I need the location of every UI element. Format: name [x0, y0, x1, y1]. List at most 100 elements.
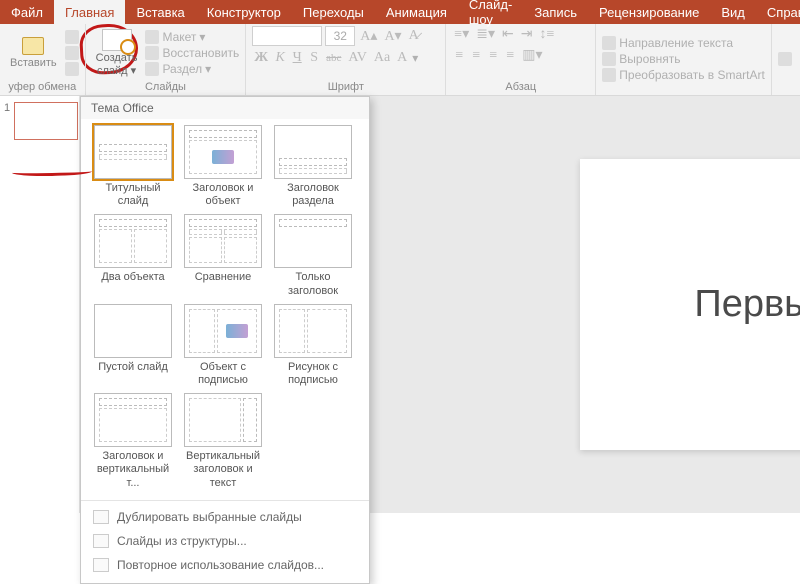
new-slide-label2: слайд: [97, 65, 128, 77]
indent-left-icon[interactable]: ⇤: [500, 26, 516, 43]
smartart-button[interactable]: Преобразовать в SmartArt: [602, 68, 765, 82]
text-direction-button[interactable]: Направление текста: [602, 36, 765, 50]
clipboard-icon: [22, 37, 44, 55]
tab-transitions[interactable]: Переходы: [292, 0, 375, 24]
tab-review[interactable]: Рецензирование: [588, 0, 710, 24]
align-left-icon[interactable]: ≡: [452, 48, 466, 64]
new-slide-icon: [102, 29, 132, 51]
slide-title-text[interactable]: Первый сла: [694, 283, 800, 326]
layout-title-content[interactable]: Заголовок и объект: [179, 125, 267, 208]
line-spacing-icon[interactable]: ↕≡: [537, 27, 556, 43]
layout-blank[interactable]: Пустой слайд: [89, 304, 177, 387]
layout-grid: Титульный слайд Заголовок и объект Загол…: [81, 119, 369, 496]
underline-button[interactable]: Ч: [290, 50, 304, 66]
slides-from-outline-menu[interactable]: Слайды из структуры...: [81, 529, 369, 553]
case-button[interactable]: Aa: [372, 50, 392, 66]
reuse-icon: [93, 558, 109, 572]
group-label-font: Шрифт: [252, 79, 439, 95]
paste-button[interactable]: Вставить: [6, 35, 61, 71]
layout-picture-caption[interactable]: Рисунок с подписью: [269, 304, 357, 387]
font-size-combo[interactable]: 32: [325, 26, 355, 46]
layout-label: Титульный слайд: [89, 182, 177, 208]
layout-label: Заголовок раздела: [269, 182, 357, 208]
shadow-button[interactable]: S: [307, 50, 321, 66]
decrease-font-icon[interactable]: A▾: [382, 28, 403, 45]
layout-label: Два объекта: [101, 271, 164, 297]
layout-label: Рисунок с подписью: [269, 361, 357, 387]
layout-label: Пустой слайд: [98, 361, 168, 387]
duplicate-icon: [93, 510, 109, 524]
align-text-icon: [602, 52, 616, 66]
strike-button[interactable]: abc: [324, 52, 343, 64]
new-slide-gallery: Тема Office Титульный слайд Заголовок и …: [80, 96, 370, 584]
layout-two-content[interactable]: Два объекта: [89, 214, 177, 297]
tab-insert[interactable]: Вставка: [125, 0, 195, 24]
layout-icon: [145, 30, 159, 44]
numbering-icon[interactable]: ≣▾: [474, 26, 497, 43]
indent-right-icon[interactable]: ⇥: [519, 26, 535, 43]
spacing-button[interactable]: AV: [346, 50, 368, 66]
section-button[interactable]: Раздел ▾: [145, 62, 239, 76]
duplicate-slides-menu[interactable]: Дублировать выбранные слайды: [81, 505, 369, 529]
tab-slideshow[interactable]: Слайд-шоу: [458, 0, 523, 24]
tab-record[interactable]: Запись: [523, 0, 588, 24]
reuse-slides-menu[interactable]: Повторное использование слайдов...: [81, 553, 369, 577]
align-text-button[interactable]: Выровнять: [602, 52, 765, 66]
slide-canvas[interactable]: Первый сла: [580, 159, 800, 451]
italic-button[interactable]: К: [273, 50, 287, 66]
layout-title-vertical-text[interactable]: Заголовок и вертикальный т...: [89, 393, 177, 490]
tab-file[interactable]: Файл: [0, 0, 54, 24]
layout-content-caption[interactable]: Объект с подписью: [179, 304, 267, 387]
increase-font-icon[interactable]: A▴: [358, 28, 379, 45]
tab-home[interactable]: Главная: [54, 0, 125, 24]
format-painter-icon[interactable]: [65, 62, 79, 76]
ribbon-tabs: Файл Главная Вставка Конструктор Переход…: [0, 0, 800, 24]
layout-label: Объект с подписью: [179, 361, 267, 387]
group-paragraph-ext: Направление текста Выровнять Преобразова…: [596, 24, 772, 95]
layout-label: Вертикальный заголовок и текст: [179, 450, 267, 490]
section-icon: [145, 62, 159, 76]
bold-button[interactable]: Ж: [252, 50, 270, 66]
group-slides: Создать слайд ▾ Макет ▾ Восстановить Раз…: [86, 24, 247, 95]
group-label-slides: Слайды: [92, 79, 240, 95]
font-color-button[interactable]: A: [395, 50, 409, 66]
columns-icon[interactable]: ▥▾: [520, 47, 544, 64]
smartart-icon: [602, 68, 616, 82]
layout-label: Заголовок и объект: [179, 182, 267, 208]
paste-label: Вставить: [10, 57, 57, 69]
align-center-icon[interactable]: ≡: [469, 48, 483, 64]
reset-icon: [145, 46, 159, 60]
clear-format-icon[interactable]: A̷: [407, 28, 421, 44]
reset-button[interactable]: Восстановить: [145, 46, 239, 60]
layout-vertical-title-text[interactable]: Вертикальный заголовок и текст: [179, 393, 267, 490]
layout-label: Сравнение: [195, 271, 252, 297]
align-right-icon[interactable]: ≡: [486, 48, 500, 64]
layout-comparison[interactable]: Сравнение: [179, 214, 267, 297]
outline-icon: [93, 534, 109, 548]
group-label-clipboard: уфер обмена: [6, 79, 79, 95]
new-slide-button[interactable]: Создать слайд ▾: [92, 27, 142, 79]
group-paragraph: ≡▾ ≣▾ ⇤ ⇥ ↕≡ ≡ ≡ ≡ ≡ ▥▾ Абзац: [446, 24, 596, 95]
layout-title-only[interactable]: Только заголовок: [269, 214, 357, 297]
thumbnail-pane[interactable]: 1: [0, 96, 80, 513]
tab-design[interactable]: Конструктор: [196, 0, 292, 24]
text-direction-icon: [602, 36, 616, 50]
layout-title-slide[interactable]: Титульный слайд: [89, 125, 177, 208]
group-font: 32 A▴ A▾ A̷ Ж К Ч S abc AV Aa A▾ Шрифт: [246, 24, 446, 95]
cut-icon[interactable]: [65, 30, 79, 44]
slide-thumbnail-1[interactable]: [14, 102, 78, 140]
shapes-icon[interactable]: [778, 52, 792, 66]
tab-animation[interactable]: Анимация: [375, 0, 458, 24]
copy-icon[interactable]: [65, 46, 79, 60]
group-drawing: [772, 24, 798, 95]
layout-section-header[interactable]: Заголовок раздела: [269, 125, 357, 208]
thumb-number: 1: [4, 102, 10, 114]
bullets-icon[interactable]: ≡▾: [452, 26, 471, 43]
group-clipboard: Вставить уфер обмена: [0, 24, 86, 95]
gallery-header: Тема Office: [81, 97, 369, 119]
tab-help[interactable]: Справка: [756, 0, 800, 24]
font-name-combo[interactable]: [252, 26, 322, 46]
justify-icon[interactable]: ≡: [503, 48, 517, 64]
layout-button[interactable]: Макет ▾: [145, 30, 239, 44]
tab-view[interactable]: Вид: [710, 0, 756, 24]
